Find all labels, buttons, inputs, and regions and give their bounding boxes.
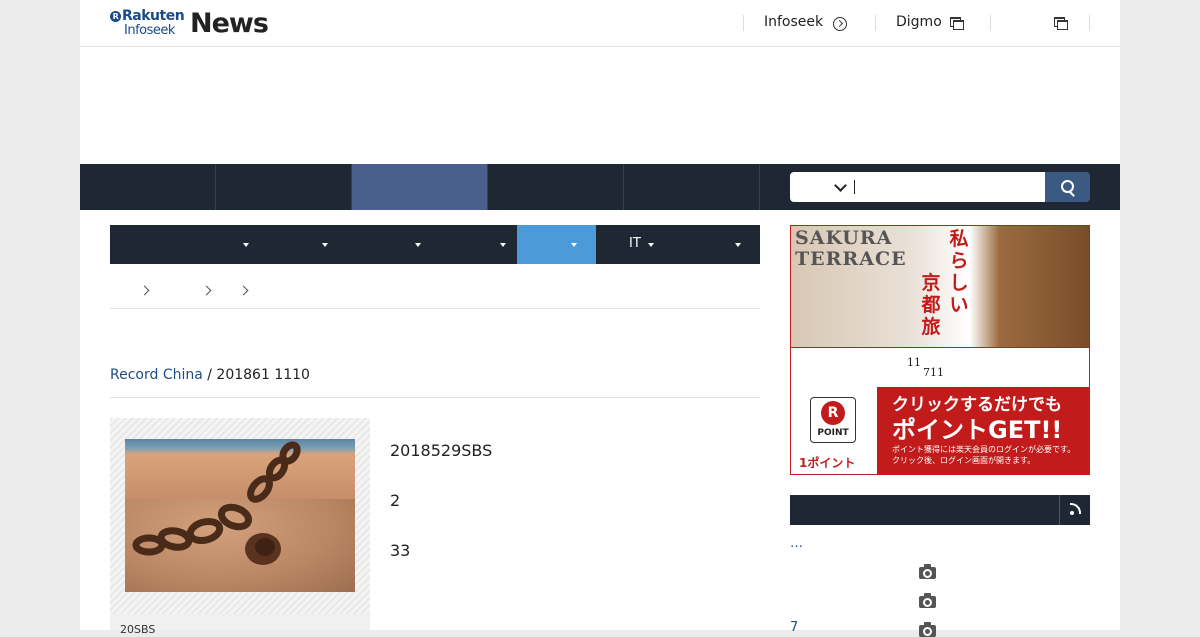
ad-number: 711 [923, 366, 944, 379]
digmo-link[interactable]: Digmo [896, 14, 942, 30]
logo-news: News [190, 8, 269, 39]
header-divider [990, 15, 991, 31]
ad-jp-text-2: 京都旅 [921, 272, 941, 338]
image-caption: 20SBS [110, 614, 370, 636]
click-point-message[interactable]: クリックするだけでも ポイントGET!! ポイント獲得には楽天会員のログインが必… [878, 387, 1089, 474]
ad-jp-vertical: 私らしい [945, 228, 973, 316]
rakuten-point-icon: R POINT [810, 397, 856, 443]
main-nav-item[interactable] [488, 164, 624, 210]
click-note1: ポイント獲得には楽天会員のログインが必要です。 [892, 445, 1076, 454]
caret-down-icon [735, 243, 741, 247]
ranking-item[interactable]: 7 [790, 620, 798, 635]
page: R Rakuten Infoseek News Infoseek Digmo I… [80, 0, 1120, 637]
caret-down-icon [243, 243, 249, 247]
ad-sakura-title: SAKURA TERRACE [795, 228, 907, 270]
category-label-it: IT [629, 236, 641, 251]
top-ad-space [80, 47, 1120, 164]
article-image-frame [110, 418, 370, 614]
logo-rakuten: R Rakuten [110, 8, 185, 24]
search-button[interactable] [1045, 172, 1090, 202]
article-source: Record China / 201861 1110 [110, 367, 760, 398]
article-photo[interactable] [125, 439, 355, 592]
ad-jp-vertical-2: 京都旅 [917, 272, 945, 338]
chevron-right-icon [201, 285, 212, 296]
infoseek-link[interactable]: Infoseek [764, 14, 823, 30]
click-line2: ポイントGET!! [892, 416, 1063, 444]
category-item-it[interactable]: IT [596, 225, 673, 264]
ad-count-row: 11 711 [791, 347, 1089, 388]
main-nav-item[interactable] [80, 164, 216, 210]
publisher-link[interactable]: Record China [110, 367, 203, 383]
category-item[interactable] [110, 225, 255, 264]
camera-icon [919, 622, 936, 637]
ad-sakura-line2: TERRACE [795, 248, 907, 270]
search-form [790, 172, 1090, 202]
search-input[interactable] [790, 172, 1045, 202]
chevron-right-icon [139, 285, 150, 296]
main-nav-item[interactable] [216, 164, 352, 210]
ad-banner-image[interactable]: SAKURA TERRACE 私らしい 京都旅 [791, 226, 1089, 347]
site-logo[interactable]: R Rakuten Infoseek News [110, 8, 269, 40]
caret-down-icon [500, 243, 506, 247]
article-paragraph: 2 [390, 491, 401, 510]
text-cursor [854, 180, 855, 194]
one-point-label: 1ポイント [799, 456, 856, 470]
sidebar-ad[interactable]: SAKURA TERRACE 私らしい 京都旅 11 711 R POINT 1ポ… [790, 225, 1090, 475]
logo-rakuten-text: Rakuten [122, 8, 185, 24]
logo-infoseek: Infoseek [124, 23, 175, 38]
ad-sakura-line1: SAKURA [795, 227, 893, 249]
chevron-right-icon [238, 285, 249, 296]
rss-icon-dot [1070, 511, 1074, 515]
header-divider [743, 15, 744, 31]
header-divider [1089, 15, 1090, 31]
category-nav: IT [110, 225, 760, 264]
article-dateline: / 201861 1110 [202, 367, 310, 383]
caret-down-icon [322, 243, 328, 247]
point-banner[interactable]: R POINT 1ポイント クリックするだけでも ポイントGET!! ポイント獲… [791, 387, 1089, 474]
article-paragraph: 33 [390, 541, 411, 560]
main-nav-item[interactable] [624, 164, 760, 210]
category-item-active[interactable] [517, 225, 596, 264]
category-item[interactable] [421, 225, 517, 264]
article-paragraph: 2018529SBS [390, 441, 493, 460]
category-item[interactable] [673, 225, 760, 264]
search-icon [1061, 180, 1074, 193]
click-note2: クリック後、ログイン画面が開きます。 [892, 456, 1036, 465]
site-header: R Rakuten Infoseek News Infoseek Digmo [80, 0, 1120, 47]
rss-button[interactable] [1059, 495, 1091, 525]
main-nav-item-active[interactable] [352, 164, 488, 210]
breadcrumb [110, 280, 760, 309]
external-window-icon[interactable] [950, 17, 964, 30]
caret-down-icon [571, 243, 577, 247]
chain-illustration [132, 441, 301, 565]
caret-down-icon [648, 243, 654, 247]
point-badge-area: R POINT 1ポイント [791, 387, 878, 474]
ranking-header [790, 495, 1090, 525]
camera-icon [919, 564, 936, 579]
ad-jp-text-1: 私らしい [949, 228, 969, 316]
point-label: POINT [817, 428, 849, 438]
main-nav [80, 164, 1120, 210]
camera-icon [919, 593, 936, 608]
external-window-icon[interactable] [1054, 17, 1068, 30]
ad-number: 11 [907, 356, 921, 369]
chevron-down-icon[interactable] [834, 179, 847, 192]
category-item[interactable] [255, 225, 333, 264]
arrow-circle-icon[interactable] [833, 17, 847, 31]
ranking-item[interactable]: … [790, 536, 803, 551]
header-divider [875, 15, 876, 31]
category-item[interactable] [333, 225, 421, 264]
